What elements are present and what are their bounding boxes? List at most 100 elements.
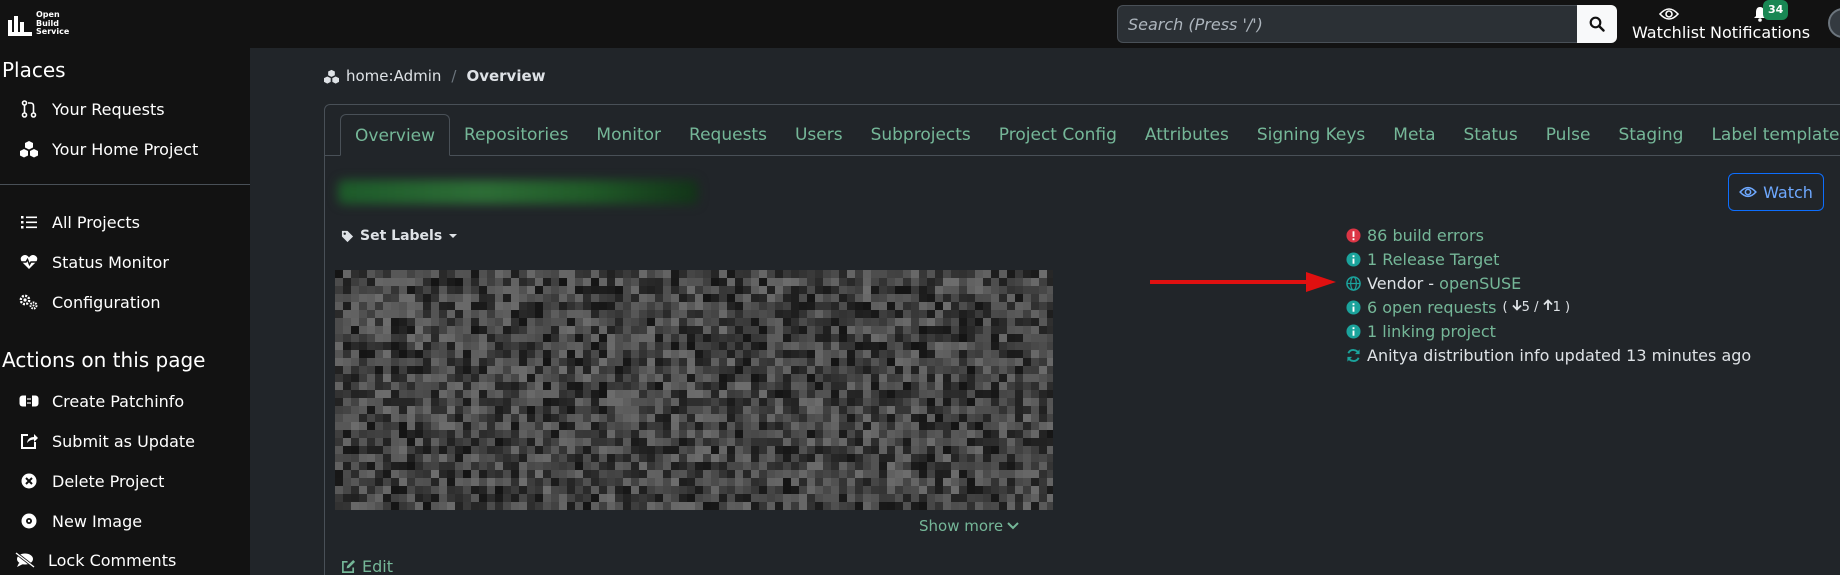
share-square-icon bbox=[21, 434, 38, 449]
watch-button-label: Watch bbox=[1763, 182, 1813, 202]
breadcrumb-project-link[interactable]: home:Admin bbox=[346, 67, 441, 85]
watch-button[interactable]: Watch bbox=[1728, 173, 1824, 211]
sidebar-item-your-requests[interactable]: Your Requests bbox=[16, 97, 165, 121]
info-circle-icon bbox=[1345, 251, 1361, 267]
project-tabs: Overview Repositories Monitor Requests U… bbox=[340, 114, 1840, 156]
sidebar-item-new-image[interactable]: New Image bbox=[16, 509, 142, 533]
list-icon bbox=[21, 216, 37, 229]
caret-down-icon bbox=[449, 234, 458, 238]
sidebar-item-all-projects[interactable]: All Projects bbox=[16, 210, 140, 234]
release-target-link[interactable]: 1 Release Target bbox=[1367, 250, 1499, 269]
sidebar-item-label: Your Requests bbox=[52, 99, 165, 119]
tab-repositories[interactable]: Repositories bbox=[450, 114, 582, 156]
vendor-row: Vendor - openSUSE bbox=[1345, 272, 1521, 294]
tab-attributes[interactable]: Attributes bbox=[1131, 114, 1243, 156]
sidebar-divider bbox=[0, 184, 250, 185]
info-circle-icon bbox=[1345, 323, 1361, 339]
sidebar-item-configuration[interactable]: Configuration bbox=[16, 290, 161, 314]
tab-subprojects[interactable]: Subprojects bbox=[857, 114, 985, 156]
open-requests-row: 6 open requests ( 5 / 1 ) bbox=[1345, 296, 1570, 318]
top-navbar: Open Build Service Watchlist 34 Notifica… bbox=[0, 0, 1840, 48]
obs-logo[interactable]: Open Build Service bbox=[8, 8, 69, 40]
redacted-description-image bbox=[335, 270, 1053, 510]
breadcrumb: home:Admin / Overview bbox=[323, 67, 546, 85]
search-form bbox=[1117, 5, 1617, 43]
comment-slash-icon bbox=[15, 552, 35, 568]
sync-icon bbox=[1346, 348, 1360, 362]
tab-signing-keys[interactable]: Signing Keys bbox=[1243, 114, 1379, 156]
times-circle-icon bbox=[21, 473, 37, 489]
annotation-arrow-icon bbox=[1150, 272, 1336, 292]
obs-logo-text: Open Build Service bbox=[36, 10, 70, 37]
heartbeat-icon bbox=[20, 255, 38, 269]
vendor-link[interactable]: openSUSE bbox=[1439, 274, 1521, 293]
tab-users[interactable]: Users bbox=[781, 114, 857, 156]
vendor-label: Vendor - bbox=[1367, 273, 1440, 293]
cubes-icon bbox=[324, 69, 339, 84]
sidebar-item-status-monitor[interactable]: Status Monitor bbox=[16, 250, 169, 274]
sidebar-item-label: Submit as Update bbox=[52, 431, 196, 451]
sidebar-item-home-project[interactable]: Your Home Project bbox=[16, 137, 198, 161]
arrow-up-icon bbox=[1542, 299, 1553, 310]
pull-request-icon bbox=[21, 100, 37, 118]
tab-staging[interactable]: Staging bbox=[1604, 114, 1697, 156]
sidebar-item-label: New Image bbox=[52, 511, 143, 531]
watchlist-button[interactable]: Watchlist bbox=[1632, 6, 1705, 42]
open-requests-link[interactable]: 6 open requests bbox=[1367, 298, 1496, 317]
tab-overview[interactable]: Overview bbox=[340, 114, 451, 156]
watchlist-label: Watchlist bbox=[1632, 23, 1706, 42]
linking-project-link[interactable]: 1 linking project bbox=[1367, 322, 1496, 341]
breadcrumb-current: Overview bbox=[466, 67, 546, 85]
anitya-info-text: Anitya distribution info updated 13 minu… bbox=[1367, 345, 1752, 365]
search-button[interactable] bbox=[1577, 5, 1617, 43]
tab-requests[interactable]: Requests bbox=[675, 114, 781, 156]
info-circle-icon bbox=[1345, 299, 1361, 315]
edit-icon bbox=[342, 559, 356, 573]
sidebar-item-create-patchinfo[interactable]: Create Patchinfo bbox=[16, 389, 184, 413]
tab-monitor[interactable]: Monitor bbox=[582, 114, 675, 156]
edit-link[interactable]: Edit bbox=[341, 557, 393, 575]
notifications-count-badge: 34 bbox=[1763, 0, 1789, 20]
user-avatar[interactable] bbox=[1828, 8, 1840, 38]
tab-meta[interactable]: Meta bbox=[1379, 114, 1449, 156]
left-sidebar: Places Your Requests Your Home Project A… bbox=[0, 48, 250, 575]
incoming-requests-count: 5 bbox=[1521, 300, 1530, 315]
notifications-label: Notifications bbox=[1710, 23, 1811, 42]
sidebar-item-lock-comments[interactable]: Lock Comments bbox=[12, 548, 176, 572]
sidebar-item-label: Lock Comments bbox=[48, 550, 177, 570]
arrow-down-icon bbox=[1512, 300, 1522, 311]
actions-heading: Actions on this page bbox=[2, 348, 206, 372]
sidebar-item-label: Create Patchinfo bbox=[52, 391, 185, 411]
notifications-button[interactable]: 34 Notifications bbox=[1710, 0, 1811, 42]
release-target-row: 1 Release Target bbox=[1345, 248, 1499, 270]
build-errors-link[interactable]: 86 build errors bbox=[1367, 226, 1484, 245]
sidebar-item-delete-project[interactable]: Delete Project bbox=[16, 469, 164, 493]
patch-icon bbox=[19, 395, 39, 407]
show-more-link[interactable]: Show more bbox=[919, 517, 1019, 535]
tab-status[interactable]: Status bbox=[1450, 114, 1532, 156]
linking-project-row: 1 linking project bbox=[1345, 320, 1496, 342]
search-icon bbox=[1589, 16, 1605, 32]
sidebar-item-label: Configuration bbox=[52, 292, 161, 312]
eye-icon bbox=[1658, 8, 1679, 20]
tag-icon bbox=[341, 230, 354, 242]
obs-logo-icon bbox=[8, 12, 32, 36]
globe-icon bbox=[1345, 275, 1361, 291]
requests-breakdown: ( 5 / 1 ) bbox=[1502, 299, 1571, 315]
tab-project-config[interactable]: Project Config bbox=[985, 114, 1131, 156]
outgoing-requests-count: 1 bbox=[1552, 300, 1561, 315]
compact-disc-icon bbox=[21, 513, 37, 529]
search-input[interactable] bbox=[1117, 5, 1577, 43]
chevron-down-icon bbox=[1007, 522, 1019, 530]
sidebar-item-label: All Projects bbox=[52, 212, 140, 232]
sidebar-item-submit-update[interactable]: Submit as Update bbox=[16, 429, 195, 453]
edit-label: Edit bbox=[362, 557, 393, 575]
places-heading: Places bbox=[2, 58, 66, 82]
eye-icon bbox=[1739, 186, 1758, 198]
sidebar-item-label: Status Monitor bbox=[52, 252, 169, 272]
set-labels-dropdown[interactable]: Set Labels bbox=[341, 228, 458, 244]
tab-label-templates[interactable]: Label templates bbox=[1697, 114, 1840, 156]
tab-pulse[interactable]: Pulse bbox=[1532, 114, 1605, 156]
requests-separator: / bbox=[1534, 300, 1539, 315]
blurred-project-title bbox=[338, 180, 698, 204]
